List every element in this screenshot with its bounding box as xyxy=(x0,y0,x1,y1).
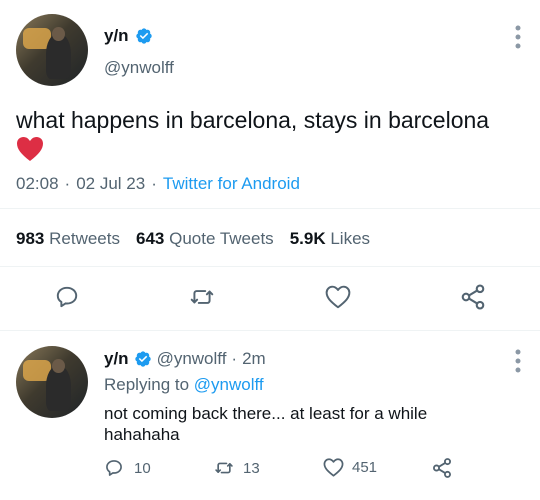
main-tweet-author-handle[interactable]: @ynwolff xyxy=(104,58,174,78)
more-vertical-icon[interactable] xyxy=(512,348,524,374)
reply-likes-count: 451 xyxy=(352,459,378,476)
main-tweet-text: what happens in barcelona, stays in barc… xyxy=(16,107,490,133)
quotes-label: Quote Tweets xyxy=(169,229,274,248)
reply-share-button[interactable] xyxy=(431,457,453,479)
reply-button[interactable] xyxy=(52,282,82,312)
replying-to-handle[interactable]: @ynwolff xyxy=(194,375,264,394)
reply-replies-count: 10 xyxy=(134,459,151,477)
reply-text-line: not coming back there... at least for a … xyxy=(104,404,428,423)
retweet-button[interactable] xyxy=(187,282,217,312)
meta-separator: · xyxy=(151,174,157,193)
likes-label: Likes xyxy=(330,229,371,248)
reply-icon xyxy=(106,460,122,476)
retweet-icon xyxy=(190,290,214,304)
meta-separator: · xyxy=(64,174,71,193)
replying-to: Replying to @ynwolff xyxy=(104,375,264,395)
like-icon xyxy=(325,285,351,309)
retweets-count: 983 xyxy=(16,229,45,248)
verified-badge-icon xyxy=(135,27,153,45)
meta-separator: · xyxy=(231,349,238,368)
reply-author-handle[interactable]: @ynwolff xyxy=(157,349,227,369)
likes-count: 5.9K xyxy=(289,229,326,248)
tweet-date: 02 Jul 23 xyxy=(76,174,146,193)
reply-author-name[interactable]: y/n xyxy=(104,349,129,369)
tweet-source-link[interactable]: Twitter for Android xyxy=(163,174,300,194)
tweet-time: 02:08 xyxy=(16,174,59,193)
main-tweet-author-name[interactable]: y/n xyxy=(104,26,129,46)
like-icon xyxy=(323,458,344,477)
reply-retweet-button[interactable]: 13 xyxy=(213,458,260,478)
verified-badge-icon xyxy=(134,350,152,368)
retweets-label: Retweets xyxy=(49,229,120,248)
reply-icon xyxy=(56,286,78,308)
reply-retweets-count: 13 xyxy=(243,459,260,477)
reply-time-ago: 2m xyxy=(242,349,266,368)
share-icon xyxy=(461,284,485,310)
likes-stat[interactable]: 5.9K Likes xyxy=(290,229,370,249)
reply-avatar[interactable] xyxy=(16,346,88,418)
retweets-stat[interactable]: 983 Retweets xyxy=(16,229,120,249)
share-button[interactable] xyxy=(458,282,488,312)
replying-to-prefix: Replying to xyxy=(104,375,190,394)
quotes-count: 643 xyxy=(135,229,165,248)
divider xyxy=(0,266,540,267)
main-tweet-emoji: ❤️ xyxy=(16,136,46,164)
like-button[interactable] xyxy=(323,282,353,312)
reply-like-button[interactable]: 451 xyxy=(323,458,377,477)
main-tweet-meta: 02:08 · 02 Jul 23 · Twitter for Android xyxy=(16,174,300,194)
main-tweet-avatar[interactable] xyxy=(16,14,88,86)
divider xyxy=(0,330,540,331)
main-tweet-stats: 983 Retweets 643 Quote Tweets 5.9K Likes xyxy=(16,229,370,249)
reply-header: y/n @ynwolff · 2m xyxy=(104,349,266,369)
quotes-stat[interactable]: 643 Quote Tweets xyxy=(136,229,274,249)
reply-text-line: hahahaha xyxy=(104,425,180,444)
retweet-icon xyxy=(215,462,233,474)
share-icon xyxy=(433,458,451,478)
divider xyxy=(0,208,540,209)
reply-reply-button[interactable]: 10 xyxy=(104,458,151,478)
reply-text: not coming back there... at least for a … xyxy=(104,403,427,445)
more-vertical-icon[interactable] xyxy=(512,24,524,50)
